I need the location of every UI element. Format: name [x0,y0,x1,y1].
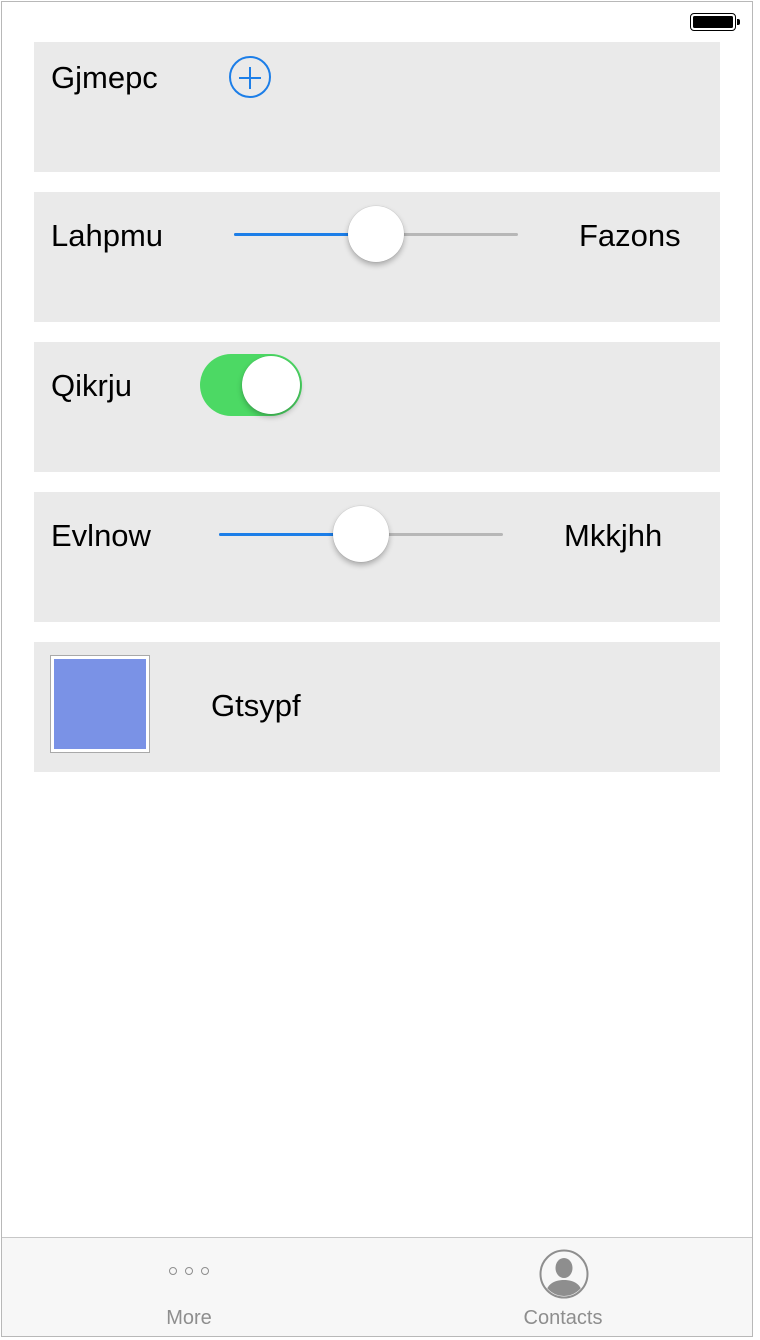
color-swatch[interactable] [50,655,150,753]
row-lahpmu: Lahpmu Fazons [34,192,720,322]
row-label-evlnow: Evlnow [51,518,151,553]
row-label-gtsypf: Gtsypf [211,688,301,723]
tab-more[interactable]: More [109,1238,269,1336]
tab-bar: More Contacts [2,1237,752,1336]
slider-thumb[interactable] [348,206,404,262]
row-qikrju: Qikrju [34,342,720,472]
more-icon [109,1267,269,1275]
slider-thumb[interactable] [333,506,389,562]
evlnow-slider[interactable] [219,506,503,562]
row-right-label-fazons: Fazons [579,218,681,253]
lahpmu-slider[interactable] [234,206,518,262]
contacts-icon [539,1249,589,1299]
tab-contacts[interactable]: Contacts [483,1238,643,1336]
swatch-color [54,659,146,749]
battery-icon [690,13,740,31]
row-evlnow: Evlnow Mkkjhh [34,492,720,622]
row-gtsypf: Gtsypf [34,642,720,772]
tab-label-contacts: Contacts [523,1307,603,1329]
tab-label-more: More [166,1307,212,1329]
add-button[interactable] [229,56,271,98]
row-right-label-mkkjhh: Mkkjhh [564,518,663,553]
row-label-lahpmu: Lahpmu [51,218,164,253]
qikrju-toggle[interactable] [200,354,302,416]
row-label-qikrju: Qikrju [51,368,132,403]
row-gjmepc: Gjmepc [34,42,720,172]
toggle-knob [242,356,300,414]
row-label-gjmepc: Gjmepc [51,60,158,95]
